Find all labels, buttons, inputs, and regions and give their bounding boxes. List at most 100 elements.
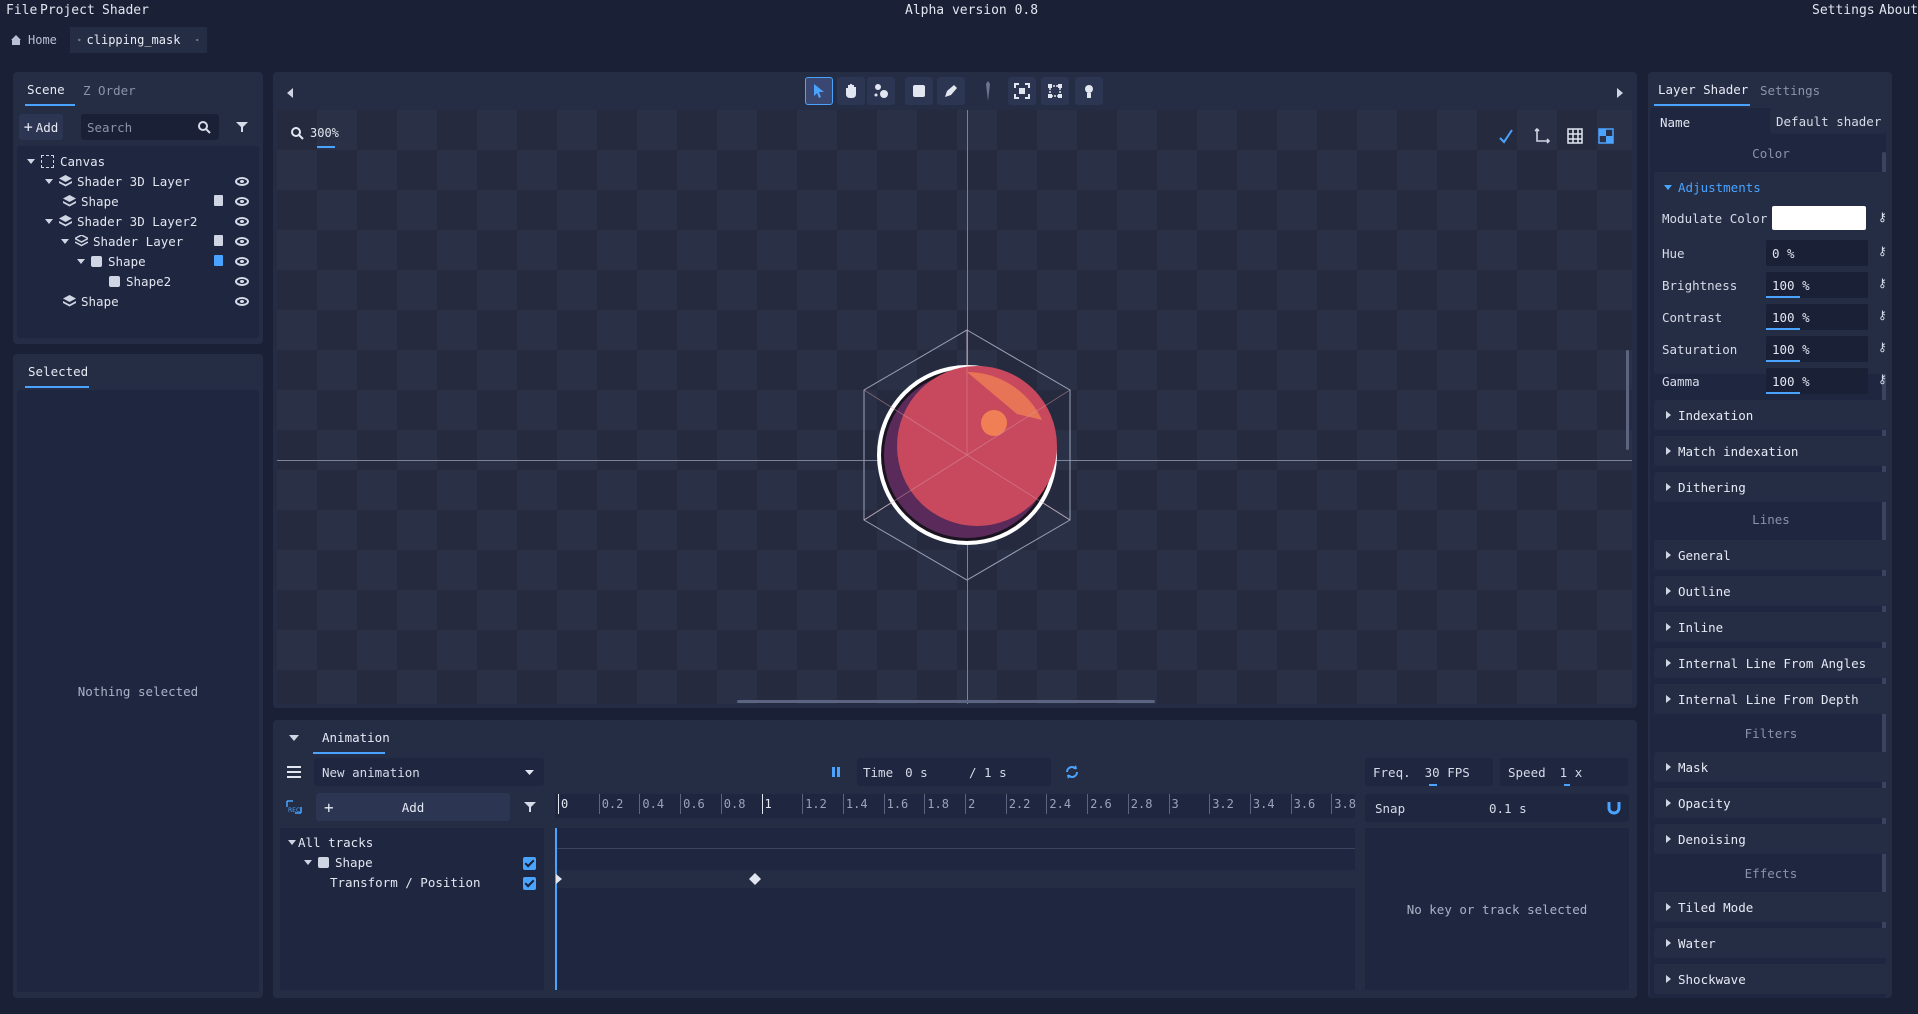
section-dithering[interactable]: Dithering <box>1654 472 1888 502</box>
add-node-button[interactable]: + Add <box>19 114 63 140</box>
section-match-indexation[interactable]: Match indexation <box>1654 436 1888 466</box>
clip-icon[interactable] <box>214 195 223 206</box>
track-lanes[interactable] <box>555 828 1355 990</box>
menu-file[interactable]: File <box>6 3 37 18</box>
transform-tool[interactable] <box>1041 77 1069 105</box>
eye-icon[interactable] <box>235 277 249 286</box>
keyframe-start[interactable] <box>556 874 562 884</box>
timeline-ruler[interactable]: 0 0.2 0.4 0.6 0.8 1 1.2 1.4 1.6 1.8 2 2.2 2.4 2.6 2.8 3… <box>555 794 1356 818</box>
tree-item-shape[interactable]: Shape <box>63 191 259 211</box>
menu-shader[interactable]: Shader <box>102 3 149 18</box>
keyframe[interactable] <box>749 873 761 885</box>
track-transform-position[interactable]: Transform / Position <box>330 872 481 892</box>
section-indexation[interactable]: Indexation <box>1654 400 1888 430</box>
section-inline[interactable]: Inline <box>1654 612 1888 642</box>
shader-name-field[interactable]: Default shader <box>1770 108 1886 134</box>
rectangle-tool[interactable] <box>905 77 933 105</box>
keyframe-icon[interactable]: ⚷ <box>1878 308 1887 322</box>
adjustments-header[interactable]: Adjustments <box>1664 180 1761 195</box>
tree-item-shader-3d-layer2[interactable]: Shader 3D Layer2 <box>45 211 259 231</box>
collapse-right-icon[interactable] <box>1617 88 1623 98</box>
collapse-icon[interactable] <box>289 735 299 741</box>
keyframe-icon[interactable]: ⚷ <box>1878 210 1887 224</box>
bone-tool[interactable] <box>974 77 1002 105</box>
tab-clipping-mask[interactable]: clipping_mask <box>70 27 207 53</box>
speed-field[interactable]: Speed 1 x <box>1500 758 1628 786</box>
tab-home[interactable]: Home <box>2 27 65 53</box>
keyframe-icon[interactable]: ⚷ <box>1878 372 1887 386</box>
horizontal-scrollbar[interactable] <box>737 700 1155 703</box>
tree-item-shader-layer[interactable]: Shader Layer <box>61 231 259 251</box>
filter-button[interactable] <box>229 114 255 140</box>
section-internal-line-from-angles[interactable]: Internal Line From Angles <box>1654 648 1888 678</box>
magnet-icon[interactable] <box>1607 801 1621 815</box>
tab-selected[interactable]: Selected <box>28 364 88 379</box>
pen-tool[interactable] <box>937 77 965 105</box>
close-icon[interactable] <box>196 34 199 46</box>
collapse-left-icon[interactable] <box>287 88 293 98</box>
loop-button[interactable] <box>1057 758 1087 786</box>
track-shape[interactable]: Shape <box>304 852 373 872</box>
tab-animation[interactable]: Animation <box>322 730 390 745</box>
menu-settings[interactable]: Settings <box>1812 3 1875 18</box>
checker-icon[interactable] <box>1598 128 1614 144</box>
track-transform-checkbox[interactable] <box>523 877 536 890</box>
animation-select[interactable]: New animation <box>314 758 544 786</box>
tree-item-shape-bottom[interactable]: Shape <box>63 291 259 311</box>
param-slider-gamma[interactable]: 100 % <box>1766 368 1868 394</box>
pause-button[interactable] <box>821 758 851 786</box>
clip-icon[interactable] <box>214 235 223 246</box>
eye-icon[interactable] <box>235 177 249 186</box>
menu-project[interactable]: Project <box>40 3 95 18</box>
vertical-scrollbar[interactable] <box>1626 350 1629 450</box>
snap-field[interactable]: Snap 0.1 s <box>1365 794 1629 822</box>
canvas-viewport[interactable]: 300% <box>277 110 1632 704</box>
param-slider-brightness[interactable]: 100 % <box>1766 272 1868 298</box>
tree-item-shader-3d-layer[interactable]: Shader 3D Layer <box>45 171 259 191</box>
add-track-button[interactable]: + Add <box>316 793 510 821</box>
tree-item-shape-clip[interactable]: Shape <box>77 251 259 271</box>
time-field[interactable]: Time 0 s / 1 s <box>857 758 1051 786</box>
param-slider-contrast[interactable]: 100 % <box>1766 304 1868 330</box>
section-outline[interactable]: Outline <box>1654 576 1888 606</box>
menu-about[interactable]: About <box>1879 3 1918 18</box>
param-slider-hue[interactable]: 0 % <box>1766 240 1868 266</box>
axis-guide-icon[interactable] <box>1534 128 1550 144</box>
section-water[interactable]: Water <box>1654 928 1888 958</box>
section-tiled-mode[interactable]: Tiled Mode <box>1654 892 1888 922</box>
pan-tool[interactable] <box>837 77 865 105</box>
keyframe-icon[interactable]: ⚷ <box>1878 244 1887 258</box>
keyframe-icon[interactable]: ⚷ <box>1878 276 1887 290</box>
node-tool[interactable] <box>867 77 895 105</box>
light-tool[interactable] <box>1075 77 1103 105</box>
tab-z-order[interactable]: Z Order <box>83 83 136 98</box>
grid-icon[interactable] <box>1567 128 1583 144</box>
eye-icon[interactable] <box>235 257 249 266</box>
scene-search-input[interactable]: Search <box>81 114 219 140</box>
eye-icon[interactable] <box>235 197 249 206</box>
modulate-color-swatch[interactable] <box>1772 206 1866 230</box>
track-shape-checkbox[interactable] <box>523 857 536 870</box>
section-mask[interactable]: Mask <box>1654 752 1888 782</box>
playhead[interactable] <box>555 828 557 990</box>
section-shockwave[interactable]: Shockwave <box>1654 964 1888 994</box>
fit-tool[interactable] <box>1008 77 1036 105</box>
tab-inspector-settings[interactable]: Settings <box>1760 83 1820 98</box>
eye-icon[interactable] <box>235 217 249 226</box>
zoom-indicator[interactable]: 300% <box>291 126 339 140</box>
param-slider-saturation[interactable]: 100 % <box>1766 336 1868 362</box>
tab-layer-shader[interactable]: Layer Shader <box>1658 82 1748 97</box>
track-filter-button[interactable] <box>516 793 544 821</box>
section-denoising[interactable]: Denoising <box>1654 824 1888 854</box>
clip-icon[interactable] <box>214 255 223 266</box>
section-opacity[interactable]: Opacity <box>1654 788 1888 818</box>
section-internal-line-from-depth[interactable]: Internal Line From Depth <box>1654 684 1888 714</box>
tree-item-canvas[interactable]: Canvas <box>27 151 105 171</box>
record-button[interactable]: REC <box>280 793 308 821</box>
snap-icon[interactable] <box>1498 128 1514 144</box>
keyframe-icon[interactable]: ⚷ <box>1878 340 1887 354</box>
freq-field[interactable]: Freq. 30 FPS <box>1365 758 1493 786</box>
tab-scene[interactable]: Scene <box>27 82 65 97</box>
section-general[interactable]: General <box>1654 540 1888 570</box>
animation-menu-button[interactable] <box>280 758 308 786</box>
